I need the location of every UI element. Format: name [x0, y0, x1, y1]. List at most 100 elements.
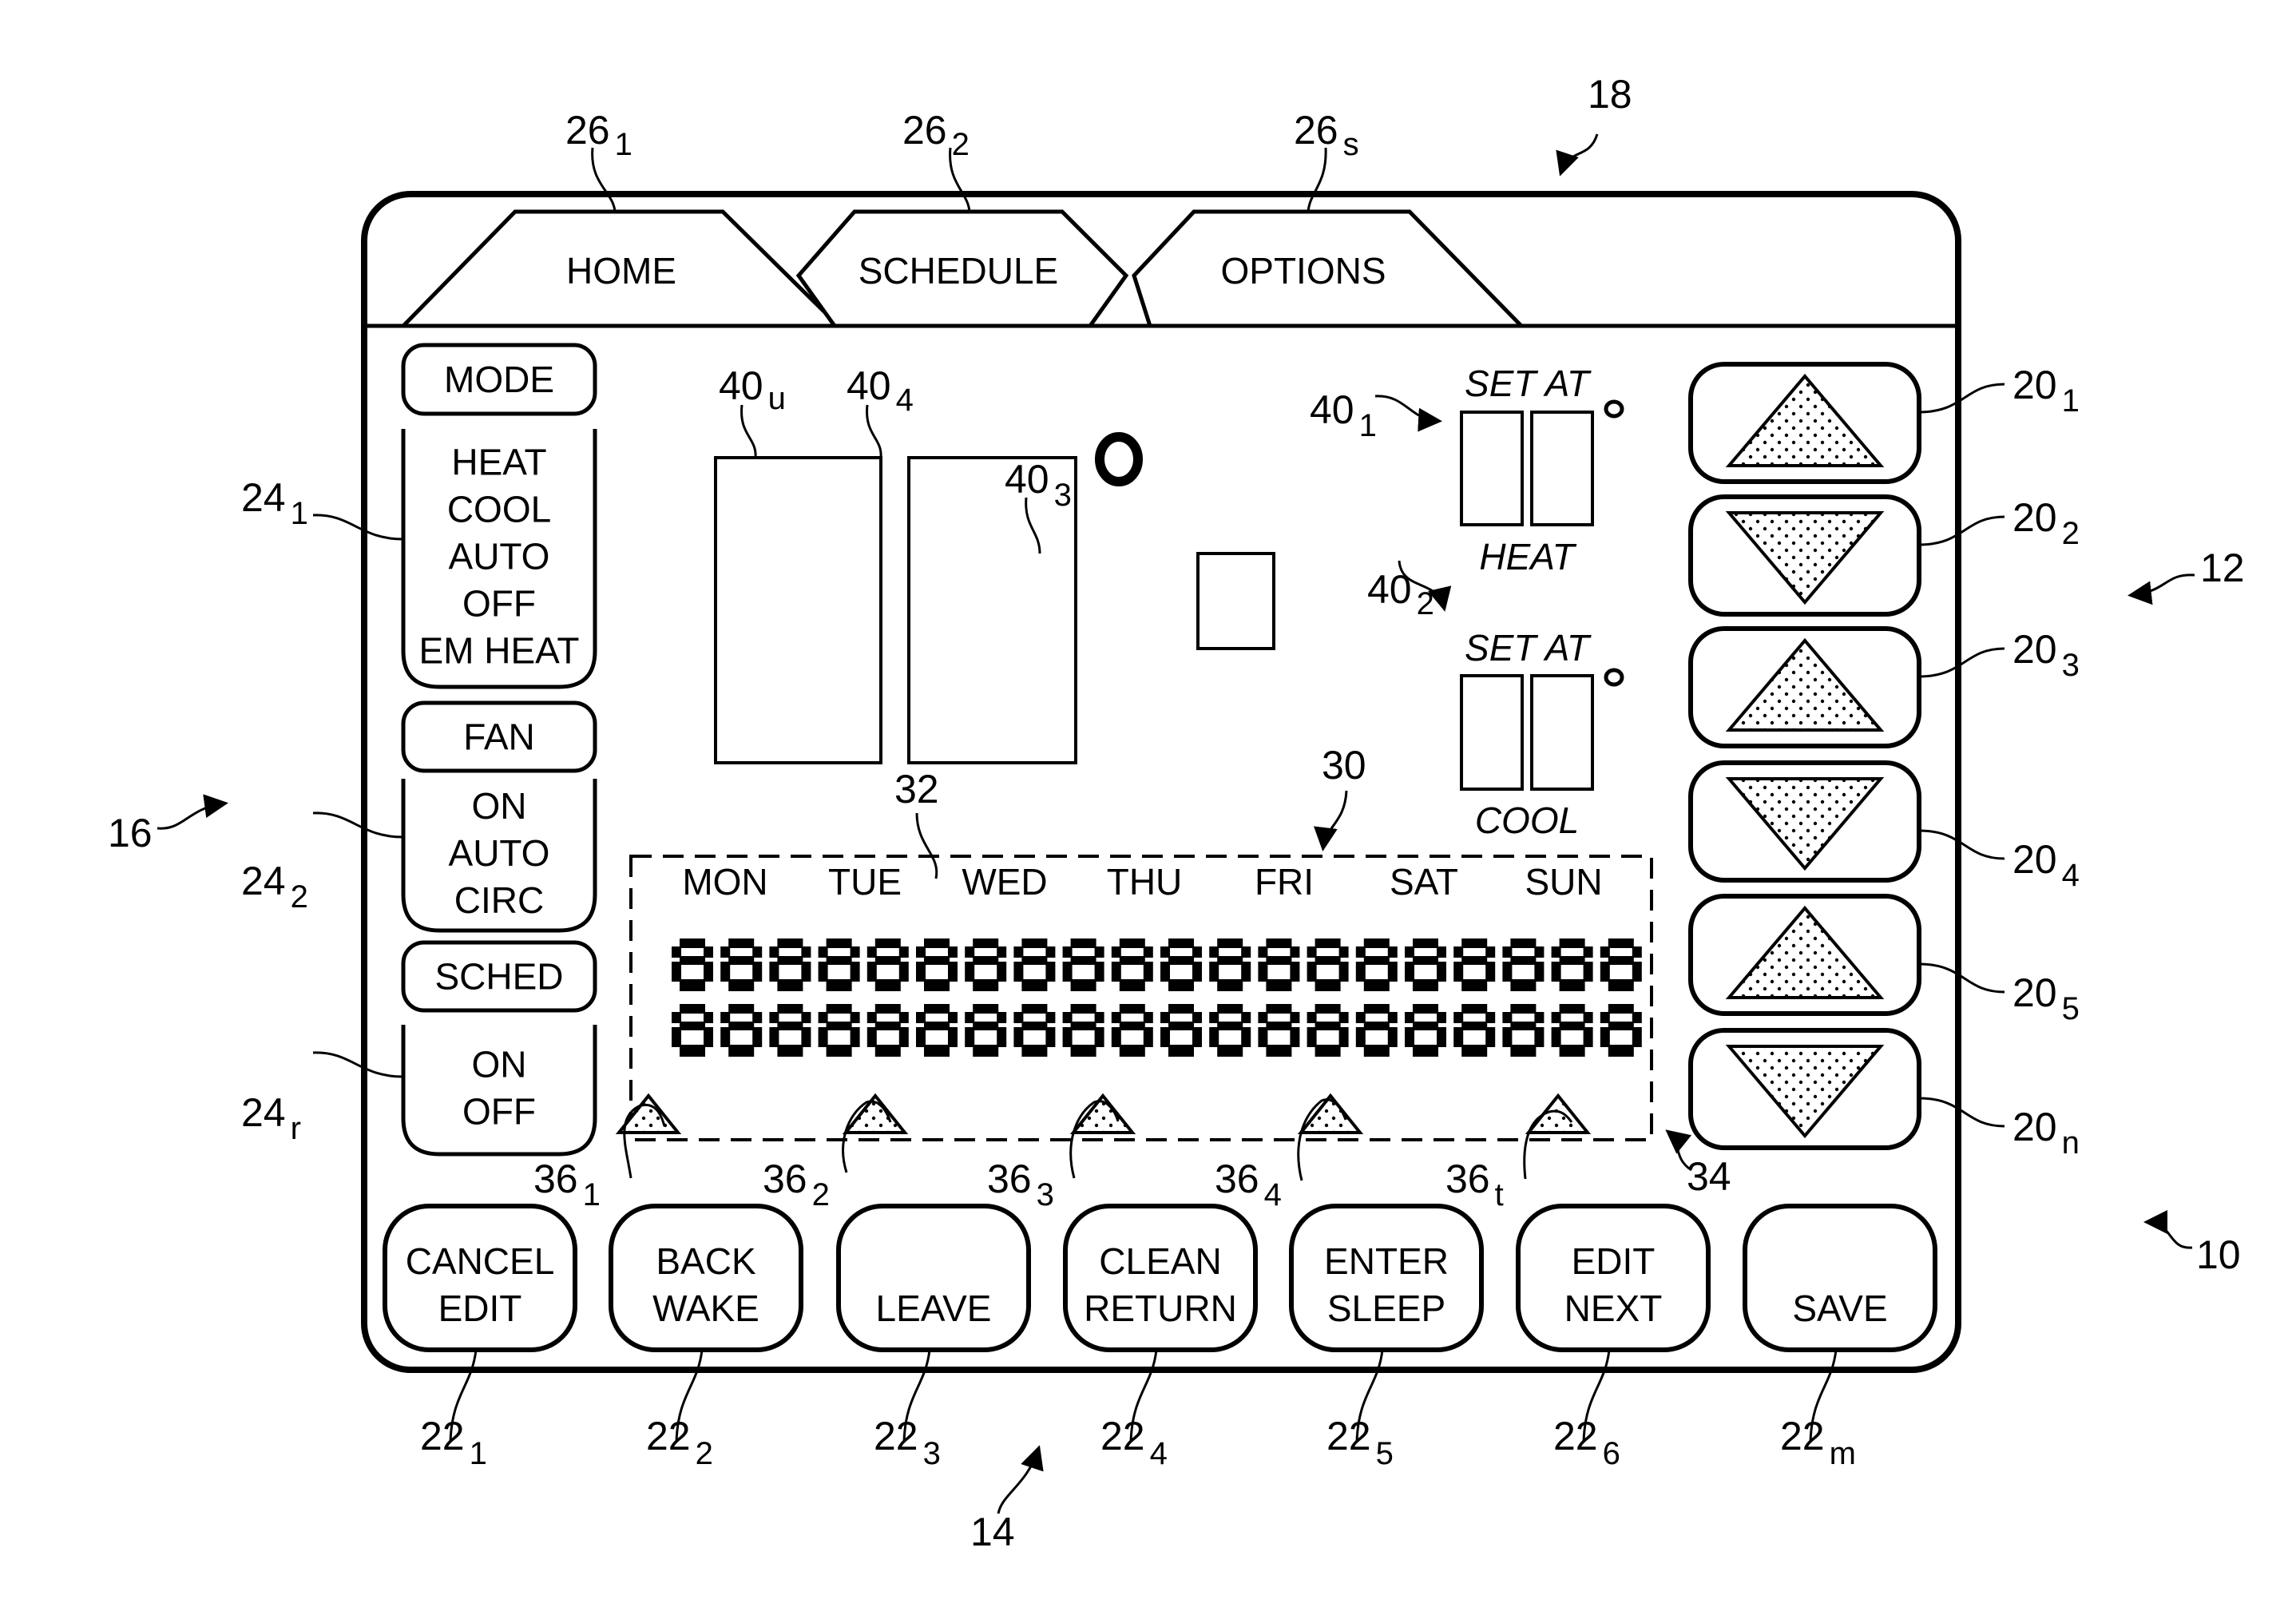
group-header-label[interactable]: FAN [463, 716, 534, 758]
button-label-line2[interactable]: SAVE [1792, 1288, 1887, 1329]
ref-40-2: 40 2 [1367, 567, 1434, 621]
ref-20-3: 20 3 [2012, 627, 2080, 683]
arrow-button-up-1[interactable] [1688, 362, 1921, 484]
option-sched-on[interactable]: ON [472, 1044, 527, 1085]
option-fan-auto[interactable]: AUTO [449, 832, 550, 874]
heat-digit-1 [1460, 411, 1524, 526]
group-sched: SCHED ON OFF [401, 940, 597, 1157]
segment-digit [1062, 1004, 1104, 1057]
sched-button[interactable]: SCHED [401, 940, 597, 1013]
arrow-button-down-n[interactable] [1688, 1028, 1921, 1150]
button-label-line1[interactable]: CANCEL [406, 1240, 555, 1282]
display-area: 40 u 40 4 40 3 SET AT HEAT 40 1 SET AT COOL … [714, 363, 1624, 841]
degree-ring-icon [1095, 432, 1143, 486]
segment-digit [672, 1004, 713, 1057]
tab-options[interactable]: OPTIONS [1132, 209, 1526, 328]
option-fan-on[interactable]: ON [472, 785, 527, 827]
segment-digit [818, 938, 860, 991]
arrow-button-down-2[interactable] [1688, 494, 1921, 617]
group-header-label[interactable]: MODE [444, 359, 554, 400]
button-label-line1[interactable]: ENTER [1324, 1240, 1449, 1282]
ref-36-1: 36 1 [533, 1157, 601, 1212]
back-wake-button[interactable]: BACK WAKE [609, 1204, 803, 1352]
day-label-sun[interactable]: SUN [1525, 861, 1602, 903]
cool-set-at-label: SET AT [1465, 627, 1592, 669]
segment-digit [1209, 1004, 1251, 1057]
segment-digit [1551, 1004, 1593, 1057]
day-label-thu[interactable]: THU [1107, 861, 1183, 903]
option-mode-em-heat[interactable]: EM HEAT [418, 630, 579, 672]
day-label-fri[interactable]: FRI [1255, 861, 1314, 903]
ref-22-4: 22 4 [1100, 1414, 1168, 1471]
tab-home[interactable]: HOME [399, 209, 844, 328]
time-marker-1[interactable] [615, 1093, 682, 1134]
ref-36-3: 36 3 [987, 1157, 1054, 1212]
time-marker-t[interactable] [1525, 1093, 1592, 1134]
option-fan-circ[interactable]: CIRC [454, 879, 544, 921]
segment-digit [1209, 938, 1251, 991]
button-label-line2[interactable]: EDIT [438, 1288, 522, 1329]
ref-36-2: 36 2 [763, 1157, 830, 1212]
segment-digit [818, 1004, 860, 1057]
tab-label[interactable]: SCHEDULE [859, 250, 1059, 292]
ref-36-4: 36 4 [1215, 1157, 1282, 1212]
arrow-button-up-5[interactable] [1688, 894, 1921, 1016]
segment-digit [672, 938, 713, 991]
save-button[interactable]: SAVE [1743, 1204, 1937, 1352]
segment-digit [916, 938, 958, 991]
segment-digit [1307, 1004, 1349, 1057]
leave-button[interactable]: LEAVE [836, 1204, 1031, 1352]
button-label-line2[interactable]: LEAVE [876, 1288, 992, 1329]
ref-18: 18 [1588, 72, 1632, 117]
day-label-mon[interactable]: MON [682, 861, 767, 903]
segment-digit [1551, 938, 1593, 991]
button-label-line2[interactable]: SLEEP [1327, 1288, 1445, 1329]
triangle-marker-icon[interactable] [615, 1093, 682, 1134]
button-label-line2[interactable]: NEXT [1564, 1288, 1663, 1329]
segment-digit [1013, 1004, 1056, 1057]
segment-digit [866, 938, 909, 991]
option-mode-cool[interactable]: COOL [447, 489, 551, 530]
heat-label: HEAT [1479, 536, 1576, 577]
day-label-wed[interactable]: WED [962, 861, 1047, 903]
button-label-line2[interactable]: RETURN [1084, 1288, 1237, 1329]
fan-button[interactable]: FAN [401, 700, 597, 773]
heat-set-at-label: SET AT [1465, 363, 1592, 404]
tab-label[interactable]: OPTIONS [1220, 250, 1386, 292]
clean-return-button[interactable]: CLEAN RETURN [1063, 1204, 1258, 1352]
triangle-marker-icon[interactable] [1525, 1093, 1592, 1134]
option-mode-heat[interactable]: HEAT [451, 442, 546, 483]
button-label-line1[interactable]: BACK [656, 1240, 756, 1282]
ref-20-4: 20 4 [2012, 837, 2080, 893]
ref-36-t: 36 t [1445, 1157, 1504, 1212]
button-label-line1[interactable]: CLEAN [1099, 1240, 1221, 1282]
ref-30: 30 [1322, 743, 1366, 788]
cancel-edit-button[interactable]: CANCEL EDIT [383, 1204, 577, 1352]
edit-next-button[interactable]: EDIT NEXT [1516, 1204, 1711, 1352]
enter-sleep-button[interactable]: ENTER SLEEP [1289, 1204, 1484, 1352]
segment-digit [1405, 1004, 1446, 1057]
tab-label[interactable]: HOME [566, 250, 676, 292]
arrow-button-group: 20 1 20 2 20 3 20 4 20 5 20 n [1688, 362, 2080, 1161]
ref-10: 10 [2196, 1232, 2241, 1277]
day-label-tue[interactable]: TUE [828, 861, 902, 903]
segment-digit [1355, 938, 1398, 991]
option-mode-auto[interactable]: AUTO [449, 536, 550, 577]
tab-schedule[interactable]: SCHEDULE [795, 209, 1129, 328]
ref-40-1: 40 1 [1310, 387, 1377, 443]
mode-button[interactable]: MODE [401, 343, 597, 416]
group-mode: MODE HEAT COOL AUTO OFF EM HEAT [401, 343, 597, 689]
group-header-label[interactable]: SCHED [434, 956, 563, 998]
segment-digit [1111, 938, 1153, 991]
arrow-button-up-3[interactable] [1688, 626, 1921, 748]
option-mode-off[interactable]: OFF [462, 583, 536, 625]
segment-display [672, 938, 1642, 1057]
button-label-line1[interactable]: EDIT [1572, 1240, 1656, 1282]
segment-digit [1453, 938, 1496, 991]
button-label-line2[interactable]: WAKE [652, 1288, 759, 1329]
group-fan: FAN ON AUTO CIRC [401, 700, 597, 933]
arrow-button-down-4[interactable] [1688, 760, 1921, 883]
option-sched-off[interactable]: OFF [462, 1091, 536, 1133]
day-label-sat[interactable]: SAT [1390, 861, 1458, 903]
ref-32: 32 [894, 767, 939, 811]
